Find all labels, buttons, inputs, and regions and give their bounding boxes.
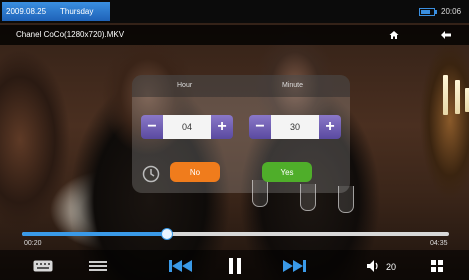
list-icon	[89, 261, 107, 271]
back-button[interactable]	[431, 25, 461, 45]
hour-label: Hour	[177, 82, 193, 89]
volume-icon	[367, 260, 378, 272]
minute-decrement-button[interactable]: −	[249, 115, 271, 139]
candle	[455, 80, 460, 114]
home-button[interactable]	[380, 25, 408, 45]
status-bar: 2009.08.25 Thursday 20:06	[0, 0, 469, 23]
hour-spinner: − 04 +	[141, 115, 233, 139]
minute-label: Minute	[282, 82, 304, 89]
previous-icon	[169, 260, 192, 272]
control-bar: 20	[0, 250, 469, 280]
yes-button[interactable]: Yes	[262, 162, 312, 182]
volume-button[interactable]	[366, 256, 382, 276]
playlist-button[interactable]	[87, 256, 109, 276]
player-screen: 2009.08.25 Thursday 20:06 Chanel CoCo(12…	[0, 0, 469, 280]
menu-button[interactable]	[428, 256, 446, 276]
hour-increment-button[interactable]: +	[211, 115, 233, 139]
clock-text: 20:06	[441, 7, 462, 16]
keyboard-icon	[33, 260, 53, 272]
elapsed-time: 00:20	[24, 240, 42, 247]
menu-icon	[431, 260, 443, 272]
keyboard-button[interactable]	[32, 256, 54, 276]
hour-value[interactable]: 04	[163, 115, 211, 139]
no-button[interactable]: No	[170, 162, 220, 182]
day-text: Thursday	[60, 7, 94, 16]
seek-bar[interactable]	[22, 228, 449, 240]
date-text: 2009.08.25	[6, 7, 47, 16]
minute-increment-button[interactable]: +	[319, 115, 341, 139]
battery-icon	[419, 8, 437, 16]
dialog-header: Hour Minute	[132, 75, 350, 97]
minute-value[interactable]: 30	[271, 115, 319, 139]
next-button[interactable]	[280, 256, 308, 276]
file-title: Chanel CoCo(1280x720).MKV	[16, 30, 125, 39]
timer-dialog: Hour Minute − 04 + − 30 + No Yes	[132, 75, 350, 193]
previous-button[interactable]	[167, 256, 195, 276]
total-time: 04:35	[430, 240, 448, 247]
home-icon	[389, 31, 399, 39]
hour-decrement-button[interactable]: −	[141, 115, 163, 139]
candle	[443, 75, 448, 115]
seek-progress	[22, 232, 168, 236]
next-icon	[283, 260, 306, 272]
date-tab: 2009.08.25 Thursday	[2, 2, 110, 21]
minute-spinner: − 30 +	[249, 115, 341, 139]
back-arrow-icon	[441, 31, 451, 39]
battery-level-fill	[421, 10, 430, 14]
pause-button[interactable]	[225, 256, 245, 276]
candle	[465, 88, 469, 112]
volume-level: 20	[386, 262, 397, 272]
clock-icon	[142, 165, 160, 183]
title-bar: Chanel CoCo(1280x720).MKV	[0, 25, 469, 45]
pause-icon	[229, 258, 241, 274]
